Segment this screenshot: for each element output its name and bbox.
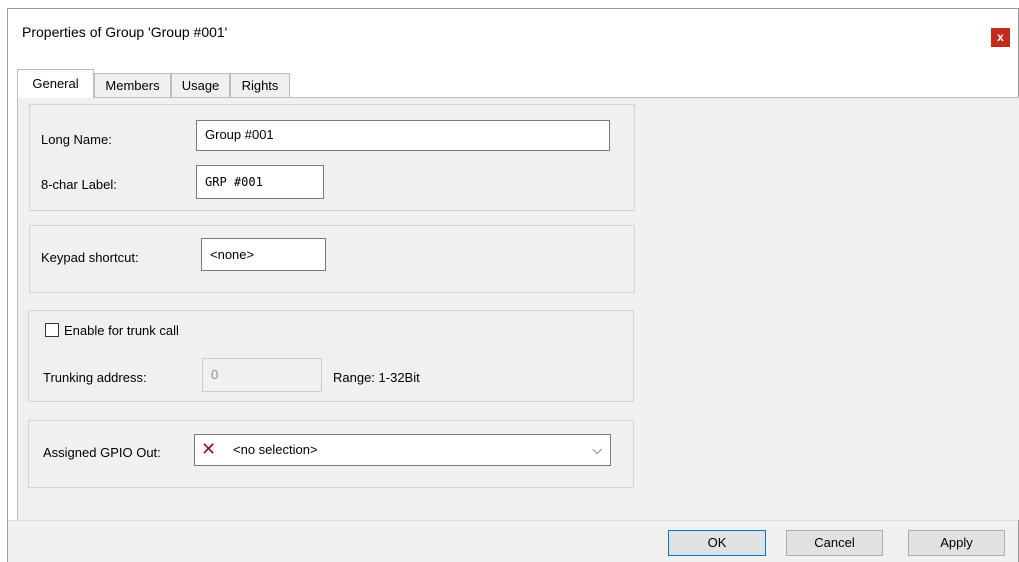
- keypad-group: Keypad shortcut: <none>: [29, 225, 635, 293]
- keypad-shortcut-label: Keypad shortcut:: [41, 250, 139, 265]
- range-text: Range: 1-32Bit: [333, 370, 420, 385]
- apply-button[interactable]: Apply: [908, 530, 1005, 556]
- trunking-address-input[interactable]: 0: [202, 358, 322, 392]
- trunk-group: Enable for trunk call Trunking address: …: [28, 310, 634, 402]
- enable-trunk-checkbox[interactable]: [45, 323, 59, 337]
- window-title: Properties of Group 'Group #001': [22, 24, 228, 40]
- trunking-address-label: Trunking address:: [43, 370, 147, 385]
- cancel-button[interactable]: Cancel: [786, 530, 883, 556]
- gpio-group: Assigned GPIO Out: ✕ <no selection> ⌵: [28, 420, 634, 488]
- general-tab-panel: Long Name: Group #001 8-char Label: GRP …: [17, 97, 1019, 321]
- gpio-selected-value: <no selection>: [233, 442, 318, 457]
- close-icon[interactable]: x: [991, 28, 1010, 47]
- ok-button[interactable]: OK: [668, 530, 766, 556]
- label8-input[interactable]: GRP #001: [196, 165, 324, 199]
- tab-usage[interactable]: Usage: [171, 73, 230, 97]
- gpio-out-label: Assigned GPIO Out:: [43, 445, 161, 460]
- red-x-icon: ✕: [201, 439, 217, 459]
- title-bar[interactable]: Properties of Group 'Group #001' x: [8, 9, 1018, 59]
- tab-rights[interactable]: Rights: [230, 73, 290, 97]
- enable-trunk-label[interactable]: Enable for trunk call: [64, 323, 179, 338]
- chevron-down-icon[interactable]: ⌵: [592, 435, 602, 465]
- keypad-shortcut-input[interactable]: <none>: [201, 238, 326, 271]
- tab-general[interactable]: General: [17, 69, 94, 98]
- names-group: Long Name: Group #001 8-char Label: GRP …: [29, 104, 635, 211]
- tab-members[interactable]: Members: [94, 73, 171, 97]
- button-bar: OK Cancel Apply: [8, 520, 1018, 562]
- label8-label: 8-char Label:: [41, 177, 117, 192]
- long-name-label: Long Name:: [41, 132, 112, 147]
- gpio-out-select[interactable]: ✕ <no selection> ⌵: [194, 434, 611, 466]
- long-name-input[interactable]: Group #001: [196, 120, 610, 151]
- properties-dialog: Properties of Group 'Group #001' x Gener…: [7, 8, 1019, 562]
